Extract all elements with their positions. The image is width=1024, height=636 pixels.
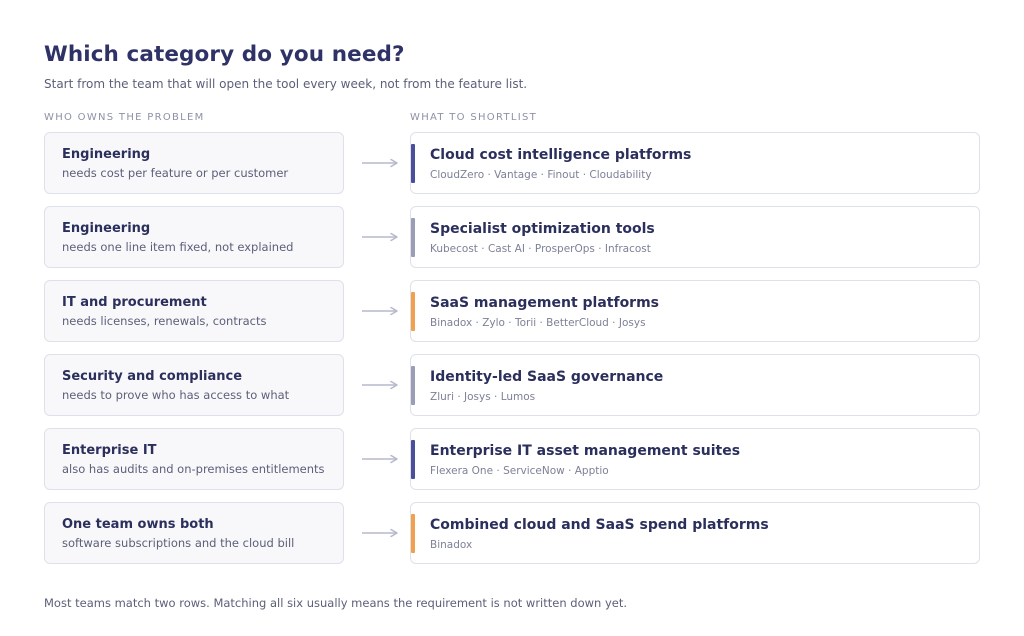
mapping-row: One team owns both software subscription… xyxy=(0,502,1024,564)
owner-name: IT and procurement xyxy=(62,295,207,310)
owner-card: Engineering needs cost per feature or pe… xyxy=(44,132,344,194)
owner-need: needs to prove who has access to what xyxy=(62,388,290,402)
owner-name: Enterprise IT xyxy=(62,443,157,458)
vendor-list: Flexera One · ServiceNow · Apptio xyxy=(430,465,609,477)
category-accent-bar xyxy=(411,440,415,479)
category-accent-bar xyxy=(411,292,415,331)
category-title: Enterprise IT asset management suites xyxy=(430,443,741,459)
owner-card: Enterprise IT also has audits and on-pre… xyxy=(44,428,344,490)
mapping-row: Engineering needs cost per feature or pe… xyxy=(0,132,1024,194)
column-header-owner: WHO OWNS THE PROBLEM xyxy=(44,112,205,123)
shortlist-card: Specialist optimization tools Kubecost ·… xyxy=(410,206,980,268)
mapping-row: Engineering needs one line item fixed, n… xyxy=(0,206,1024,268)
owner-need: software subscriptions and the cloud bil… xyxy=(62,536,295,550)
owner-name: Engineering xyxy=(62,221,151,236)
category-accent-bar xyxy=(411,218,415,257)
owner-name: Security and compliance xyxy=(62,369,243,384)
category-title: Combined cloud and SaaS spend platforms xyxy=(430,517,769,533)
arrow-right-icon xyxy=(362,158,398,168)
category-accent-bar xyxy=(411,144,415,183)
owner-card: IT and procurement needs licenses, renew… xyxy=(44,280,344,342)
vendor-list: Binadox xyxy=(430,539,473,551)
mapping-row: Security and compliance needs to prove w… xyxy=(0,354,1024,416)
arrow-right-icon xyxy=(362,528,398,538)
vendor-list: Zluri · Josys · Lumos xyxy=(430,391,536,403)
page-title: Which category do you need? xyxy=(44,42,405,67)
vendor-list: Kubecost · Cast AI · ProsperOps · Infrac… xyxy=(430,243,651,255)
shortlist-card: SaaS management platforms Binadox · Zylo… xyxy=(410,280,980,342)
page-subtitle: Start from the team that will open the t… xyxy=(44,77,528,91)
owner-card: One team owns both software subscription… xyxy=(44,502,344,564)
arrow-right-icon xyxy=(362,380,398,390)
arrow-right-icon xyxy=(362,306,398,316)
category-title: Specialist optimization tools xyxy=(430,221,655,237)
mapping-row: Enterprise IT also has audits and on-pre… xyxy=(0,428,1024,490)
page: Which category do you need? Start from t… xyxy=(0,0,1024,636)
owner-need: also has audits and on-premises entitlem… xyxy=(62,462,325,476)
shortlist-card: Combined cloud and SaaS spend platforms … xyxy=(410,502,980,564)
owner-card: Engineering needs one line item fixed, n… xyxy=(44,206,344,268)
category-title: SaaS management platforms xyxy=(430,295,660,311)
column-header-shortlist: WHAT TO SHORTLIST xyxy=(410,112,538,123)
shortlist-card: Cloud cost intelligence platforms CloudZ… xyxy=(410,132,980,194)
owner-need: needs one line item fixed, not explained xyxy=(62,240,294,254)
owner-name: One team owns both xyxy=(62,517,214,532)
mapping-row: IT and procurement needs licenses, renew… xyxy=(0,280,1024,342)
shortlist-card: Identity-led SaaS governance Zluri · Jos… xyxy=(410,354,980,416)
owner-need: needs licenses, renewals, contracts xyxy=(62,314,267,328)
category-title: Identity-led SaaS governance xyxy=(430,369,664,385)
category-accent-bar xyxy=(411,366,415,405)
owner-need: needs cost per feature or per customer xyxy=(62,166,289,180)
vendor-list: Binadox · Zylo · Torii · BetterCloud · J… xyxy=(430,317,646,329)
category-title: Cloud cost intelligence platforms xyxy=(430,147,692,163)
owner-name: Engineering xyxy=(62,147,151,162)
shortlist-card: Enterprise IT asset management suites Fl… xyxy=(410,428,980,490)
arrow-right-icon xyxy=(362,454,398,464)
owner-card: Security and compliance needs to prove w… xyxy=(44,354,344,416)
footer-note: Most teams match two rows. Matching all … xyxy=(44,596,628,610)
vendor-list: CloudZero · Vantage · Finout · Cloudabil… xyxy=(430,169,652,181)
arrow-right-icon xyxy=(362,232,398,242)
category-accent-bar xyxy=(411,514,415,553)
